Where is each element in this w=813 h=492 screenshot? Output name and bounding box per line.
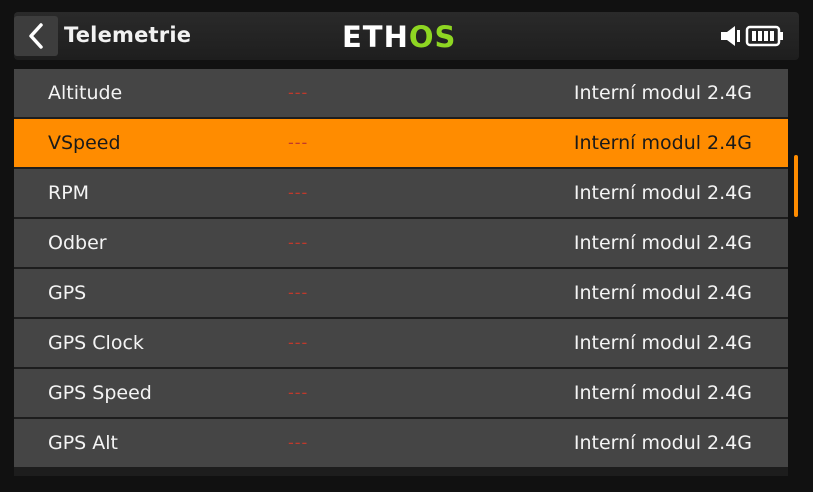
sensor-value: --- xyxy=(288,133,309,152)
logo-eth: ETH xyxy=(342,20,409,54)
sensor-value: --- xyxy=(288,433,309,452)
sensor-row[interactable]: GPS Alt --- Interní modul 2.4G xyxy=(14,419,788,467)
sensor-row[interactable]: Altitude --- Interní modul 2.4G xyxy=(14,69,788,117)
sensor-name: Odber xyxy=(48,232,107,254)
sensor-value: --- xyxy=(288,383,309,402)
status-icons xyxy=(719,24,785,48)
logo-os: OS xyxy=(408,20,457,54)
sensor-value: --- xyxy=(288,233,309,252)
sensor-module: Interní modul 2.4G xyxy=(573,432,752,454)
sensor-name: VSpeed xyxy=(48,132,121,154)
sensor-module: Interní modul 2.4G xyxy=(573,82,752,104)
sensor-list[interactable]: Altitude --- Interní modul 2.4G VSpeed --- In… xyxy=(14,69,788,476)
sensor-module: Interní modul 2.4G xyxy=(573,132,752,154)
sensor-row[interactable]: GPS --- Interní modul 2.4G xyxy=(14,269,788,317)
sensor-name: RPM xyxy=(48,182,90,204)
ethos-logo: ETHOS xyxy=(342,20,456,54)
sensor-module: Interní modul 2.4G xyxy=(573,232,752,254)
sensor-row[interactable]: RPM --- Interní modul 2.4G xyxy=(14,169,788,217)
sensor-name: Altitude xyxy=(48,82,123,104)
sensor-value: --- xyxy=(288,283,309,302)
sensor-name: GPS Clock xyxy=(48,332,144,354)
sensor-module: Interní modul 2.4G xyxy=(573,282,752,304)
scrollbar[interactable] xyxy=(794,155,798,217)
sensor-row[interactable]: GPS Speed --- Interní modul 2.4G xyxy=(14,369,788,417)
screen-frame: Telemetrie ETHOS Altitude --- Interní modu… xyxy=(0,0,813,492)
sensor-name: GPS Alt xyxy=(48,432,119,454)
chevron-left-icon xyxy=(29,23,43,49)
sensor-row[interactable]: VSpeed --- Interní modul 2.4G xyxy=(14,119,788,167)
sensor-module: Interní modul 2.4G xyxy=(573,382,752,404)
sensor-module: Interní modul 2.4G xyxy=(573,332,752,354)
sensor-row[interactable]: Odber --- Interní modul 2.4G xyxy=(14,219,788,267)
battery-icon[interactable] xyxy=(745,24,785,48)
back-button[interactable] xyxy=(14,16,58,56)
sensor-value: --- xyxy=(288,83,309,102)
sensor-value: --- xyxy=(288,183,309,202)
sensor-name: GPS xyxy=(48,282,87,304)
speaker-icon[interactable] xyxy=(719,24,741,48)
header-bar: Telemetrie ETHOS xyxy=(14,12,799,60)
page-title: Telemetrie xyxy=(64,23,192,47)
sensor-row[interactable]: GPS Clock --- Interní modul 2.4G xyxy=(14,319,788,367)
sensor-module: Interní modul 2.4G xyxy=(573,182,752,204)
sensor-name: GPS Speed xyxy=(48,382,152,404)
sensor-value: --- xyxy=(288,333,309,352)
